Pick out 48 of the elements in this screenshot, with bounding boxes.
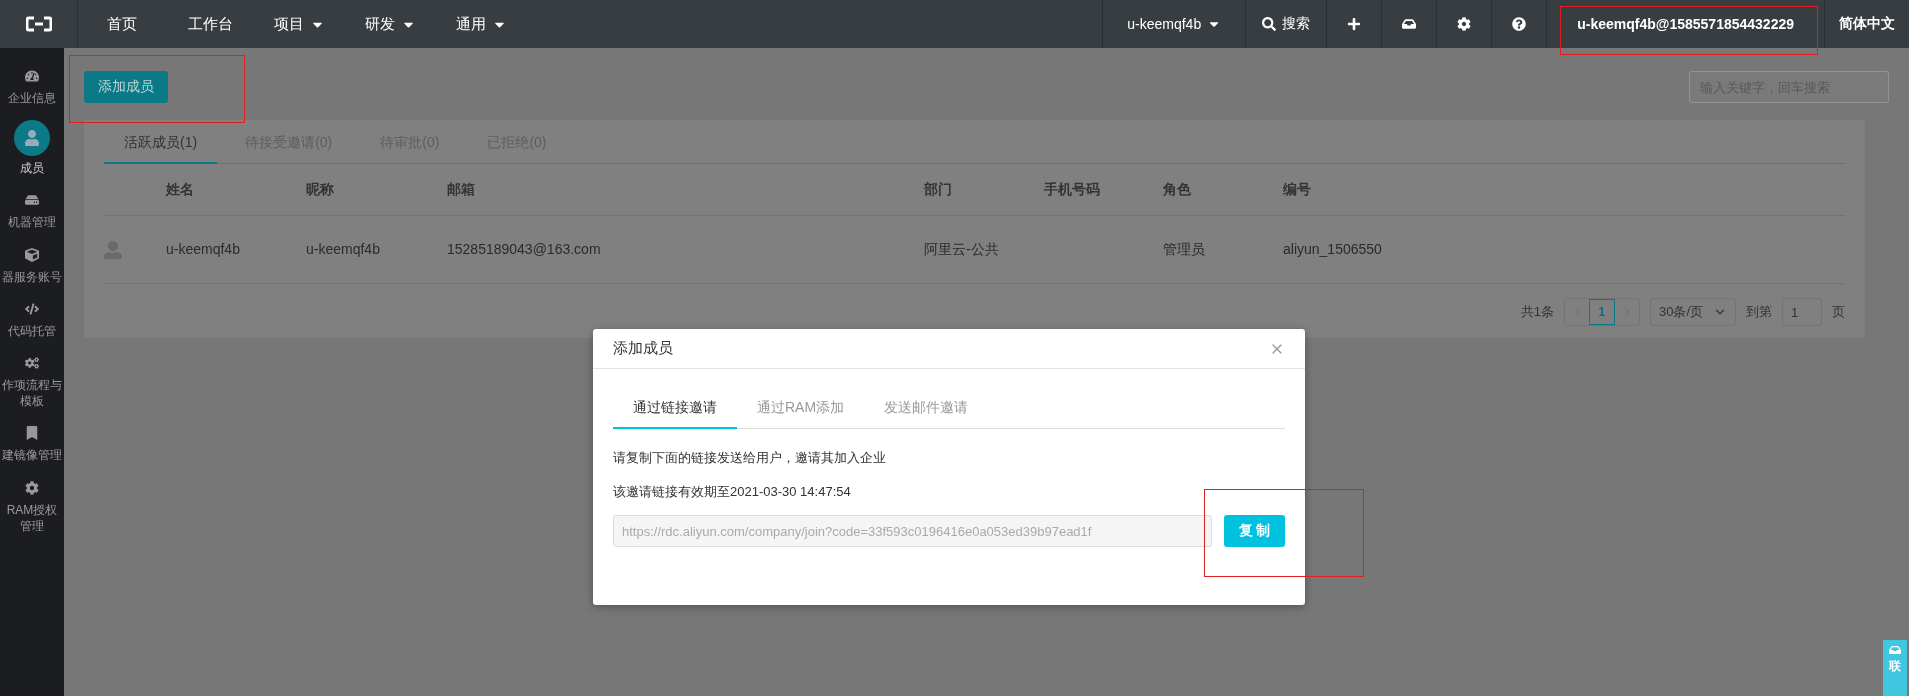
sidebar-item[interactable]: 器服务账号 [0,240,64,289]
inbox-icon [1402,17,1417,31]
column-header: 编号 [1283,180,1311,199]
page-unit: 页 [1832,303,1845,321]
page-input[interactable]: 1 [1782,298,1822,326]
search-icon [1262,17,1277,31]
total-count: 共1条 [1520,303,1554,321]
column-header: 部门 [924,180,952,199]
sidebar-item[interactable]: 企业信息 [0,62,64,111]
nav-menu-item[interactable]: 工作台 [166,0,254,48]
table-cell-text: u-keemqf4b [166,240,240,260]
user-icon [14,120,50,157]
table-cell-text: u-keemqf4b [306,240,380,260]
sidebar-item[interactable]: RAM授权管理 [0,473,64,538]
page-size-select[interactable]: 30条/页 [1649,298,1736,326]
expiry-text: 该邀请链接有效期至2021-03-30 14:47:54 [613,483,852,501]
settings-icon [1457,17,1472,31]
tab[interactable]: 活跃成员(1) [104,120,218,164]
language-menu[interactable]: 简体中文 [1824,0,1909,48]
tab[interactable]: 通过链接邀请 [613,385,737,429]
nav-menu-item[interactable]: 研发 [345,0,436,48]
column-header: 姓名 [166,180,194,199]
column-header: 手机号码 [1044,180,1100,199]
account-menu[interactable]: u-keemqf4b [1102,0,1246,48]
column-header: 角色 [1163,180,1191,199]
sidebar-item[interactable]: 代码托管 [0,294,64,343]
table-cell-text: 阿里云-公共 [924,240,999,260]
goto-label: 到第 [1746,303,1772,321]
help-icon [1512,17,1527,31]
table-cell-text: 15285189043@163.com [447,240,601,260]
sidebar-item[interactable]: 成员 [0,116,64,181]
dialog-title: 添加成员 [613,339,673,358]
column-header: 昵称 [306,180,334,199]
sidebar-item[interactable]: 机器管理 [0,186,64,235]
nav-menu-item[interactable]: 项目 [254,0,345,48]
sidebar-item[interactable]: 建镜像管理 [0,419,64,468]
logo-icon[interactable] [25,16,52,32]
sidebar-item[interactable]: 作项流程与模板 [0,348,64,414]
column-header: 邮箱 [447,180,475,199]
nav-menu-item[interactable]: 通用 [436,0,527,48]
nav-menu-item[interactable]: 首页 [78,0,166,48]
user-menu[interactable]: u-keemqf4b@1585571854432229 [1546,0,1824,48]
plus-icon [1347,17,1362,31]
table-cell-text: aliyun_1506550 [1283,240,1383,260]
add-member-button[interactable]: 添加成员 [84,71,168,103]
table-cell-text: 管理员 [1163,240,1205,260]
instruction-text: 请复制下面的链接发送给用户，邀请其加入企业 [613,449,887,467]
search-button[interactable]: 搜索 [1245,0,1327,48]
